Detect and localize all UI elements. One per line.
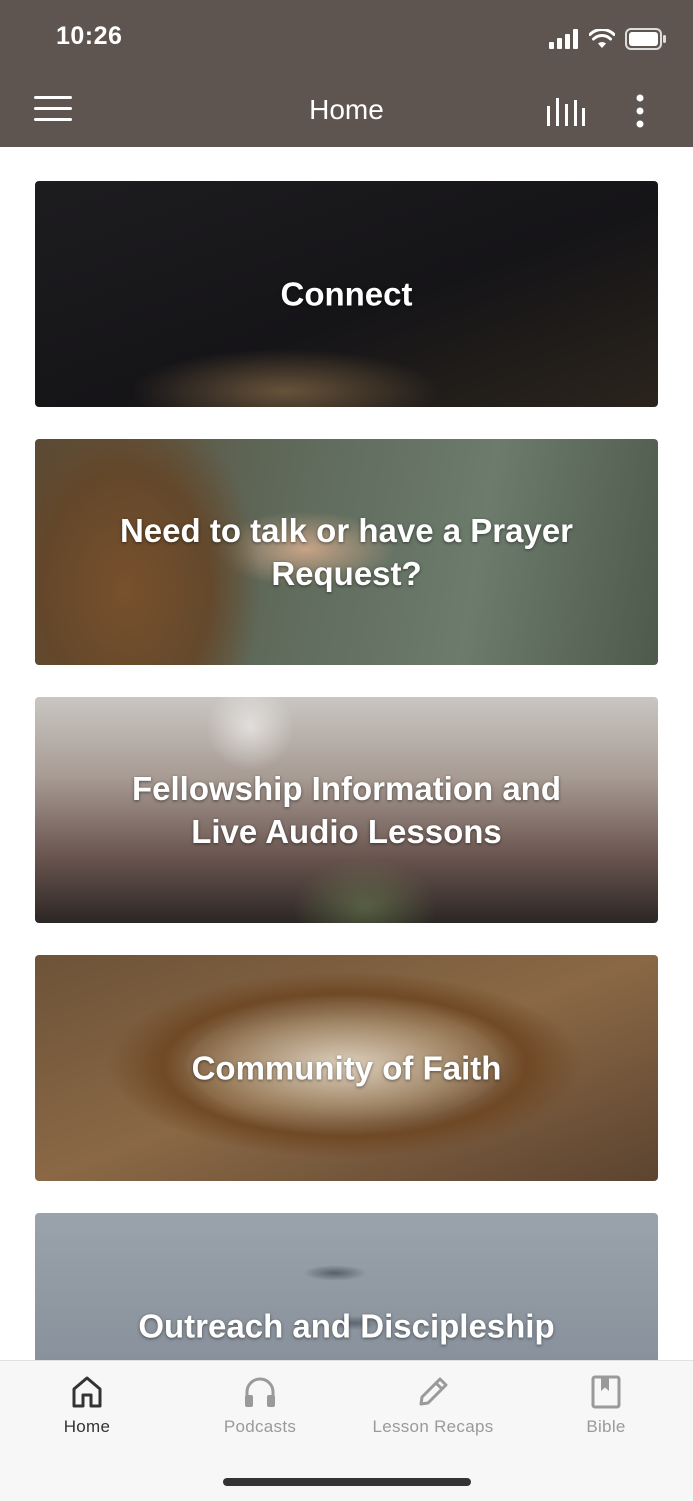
card-connect[interactable]: Connect <box>35 181 658 407</box>
card-fellowship-information[interactable]: Fellowship Information and Live Audio Le… <box>35 697 658 923</box>
tab-podcasts[interactable]: Podcasts <box>190 1375 330 1437</box>
audio-bars-icon <box>547 98 585 126</box>
tab-label: Lesson Recaps <box>372 1417 494 1436</box>
tab-label: Home <box>63 1417 111 1436</box>
card-title: Outreach and Discipleship <box>138 1307 555 1345</box>
card-community-of-faith[interactable]: Community of Faith <box>35 955 658 1181</box>
tab-bible[interactable]: Bible <box>536 1375 676 1437</box>
home-icon <box>72 1376 102 1408</box>
card-title: Fellowship Information and Live Audio Le… <box>132 770 561 850</box>
tab-home[interactable]: Home <box>17 1375 157 1437</box>
card-title: Connect <box>280 275 413 313</box>
home-indicator[interactable] <box>223 1478 471 1486</box>
card-title: Community of Faith <box>191 1049 502 1087</box>
card-prayer-request[interactable]: Need to talk or have a Prayer Request? <box>35 439 658 665</box>
card-title: Need to talk or have a Prayer Request? <box>119 512 574 592</box>
signal-icon <box>549 29 578 49</box>
wifi-icon <box>589 29 615 48</box>
card-outreach-discipleship[interactable]: Outreach and Discipleship <box>35 1213 658 1360</box>
more-vertical-icon <box>636 94 644 128</box>
status-icons <box>549 27 667 51</box>
page-title: Home <box>309 94 384 125</box>
pencil-icon <box>419 1377 448 1406</box>
audio-bars-button[interactable] <box>546 96 586 128</box>
tab-lesson-recaps[interactable]: Lesson Recaps <box>363 1375 503 1437</box>
bookmark-book-icon <box>591 1375 621 1409</box>
headphones-icon <box>245 1377 275 1407</box>
app-header: 10:26 Home <box>0 0 693 147</box>
more-options-button[interactable] <box>632 94 648 128</box>
battery-icon <box>625 28 666 50</box>
tab-label: Podcasts <box>223 1417 297 1436</box>
card-list: Connect Need to talk or have a Prayer Re… <box>0 147 693 1360</box>
status-time: 10:26 <box>56 22 123 50</box>
tab-label: Bible <box>586 1417 626 1436</box>
